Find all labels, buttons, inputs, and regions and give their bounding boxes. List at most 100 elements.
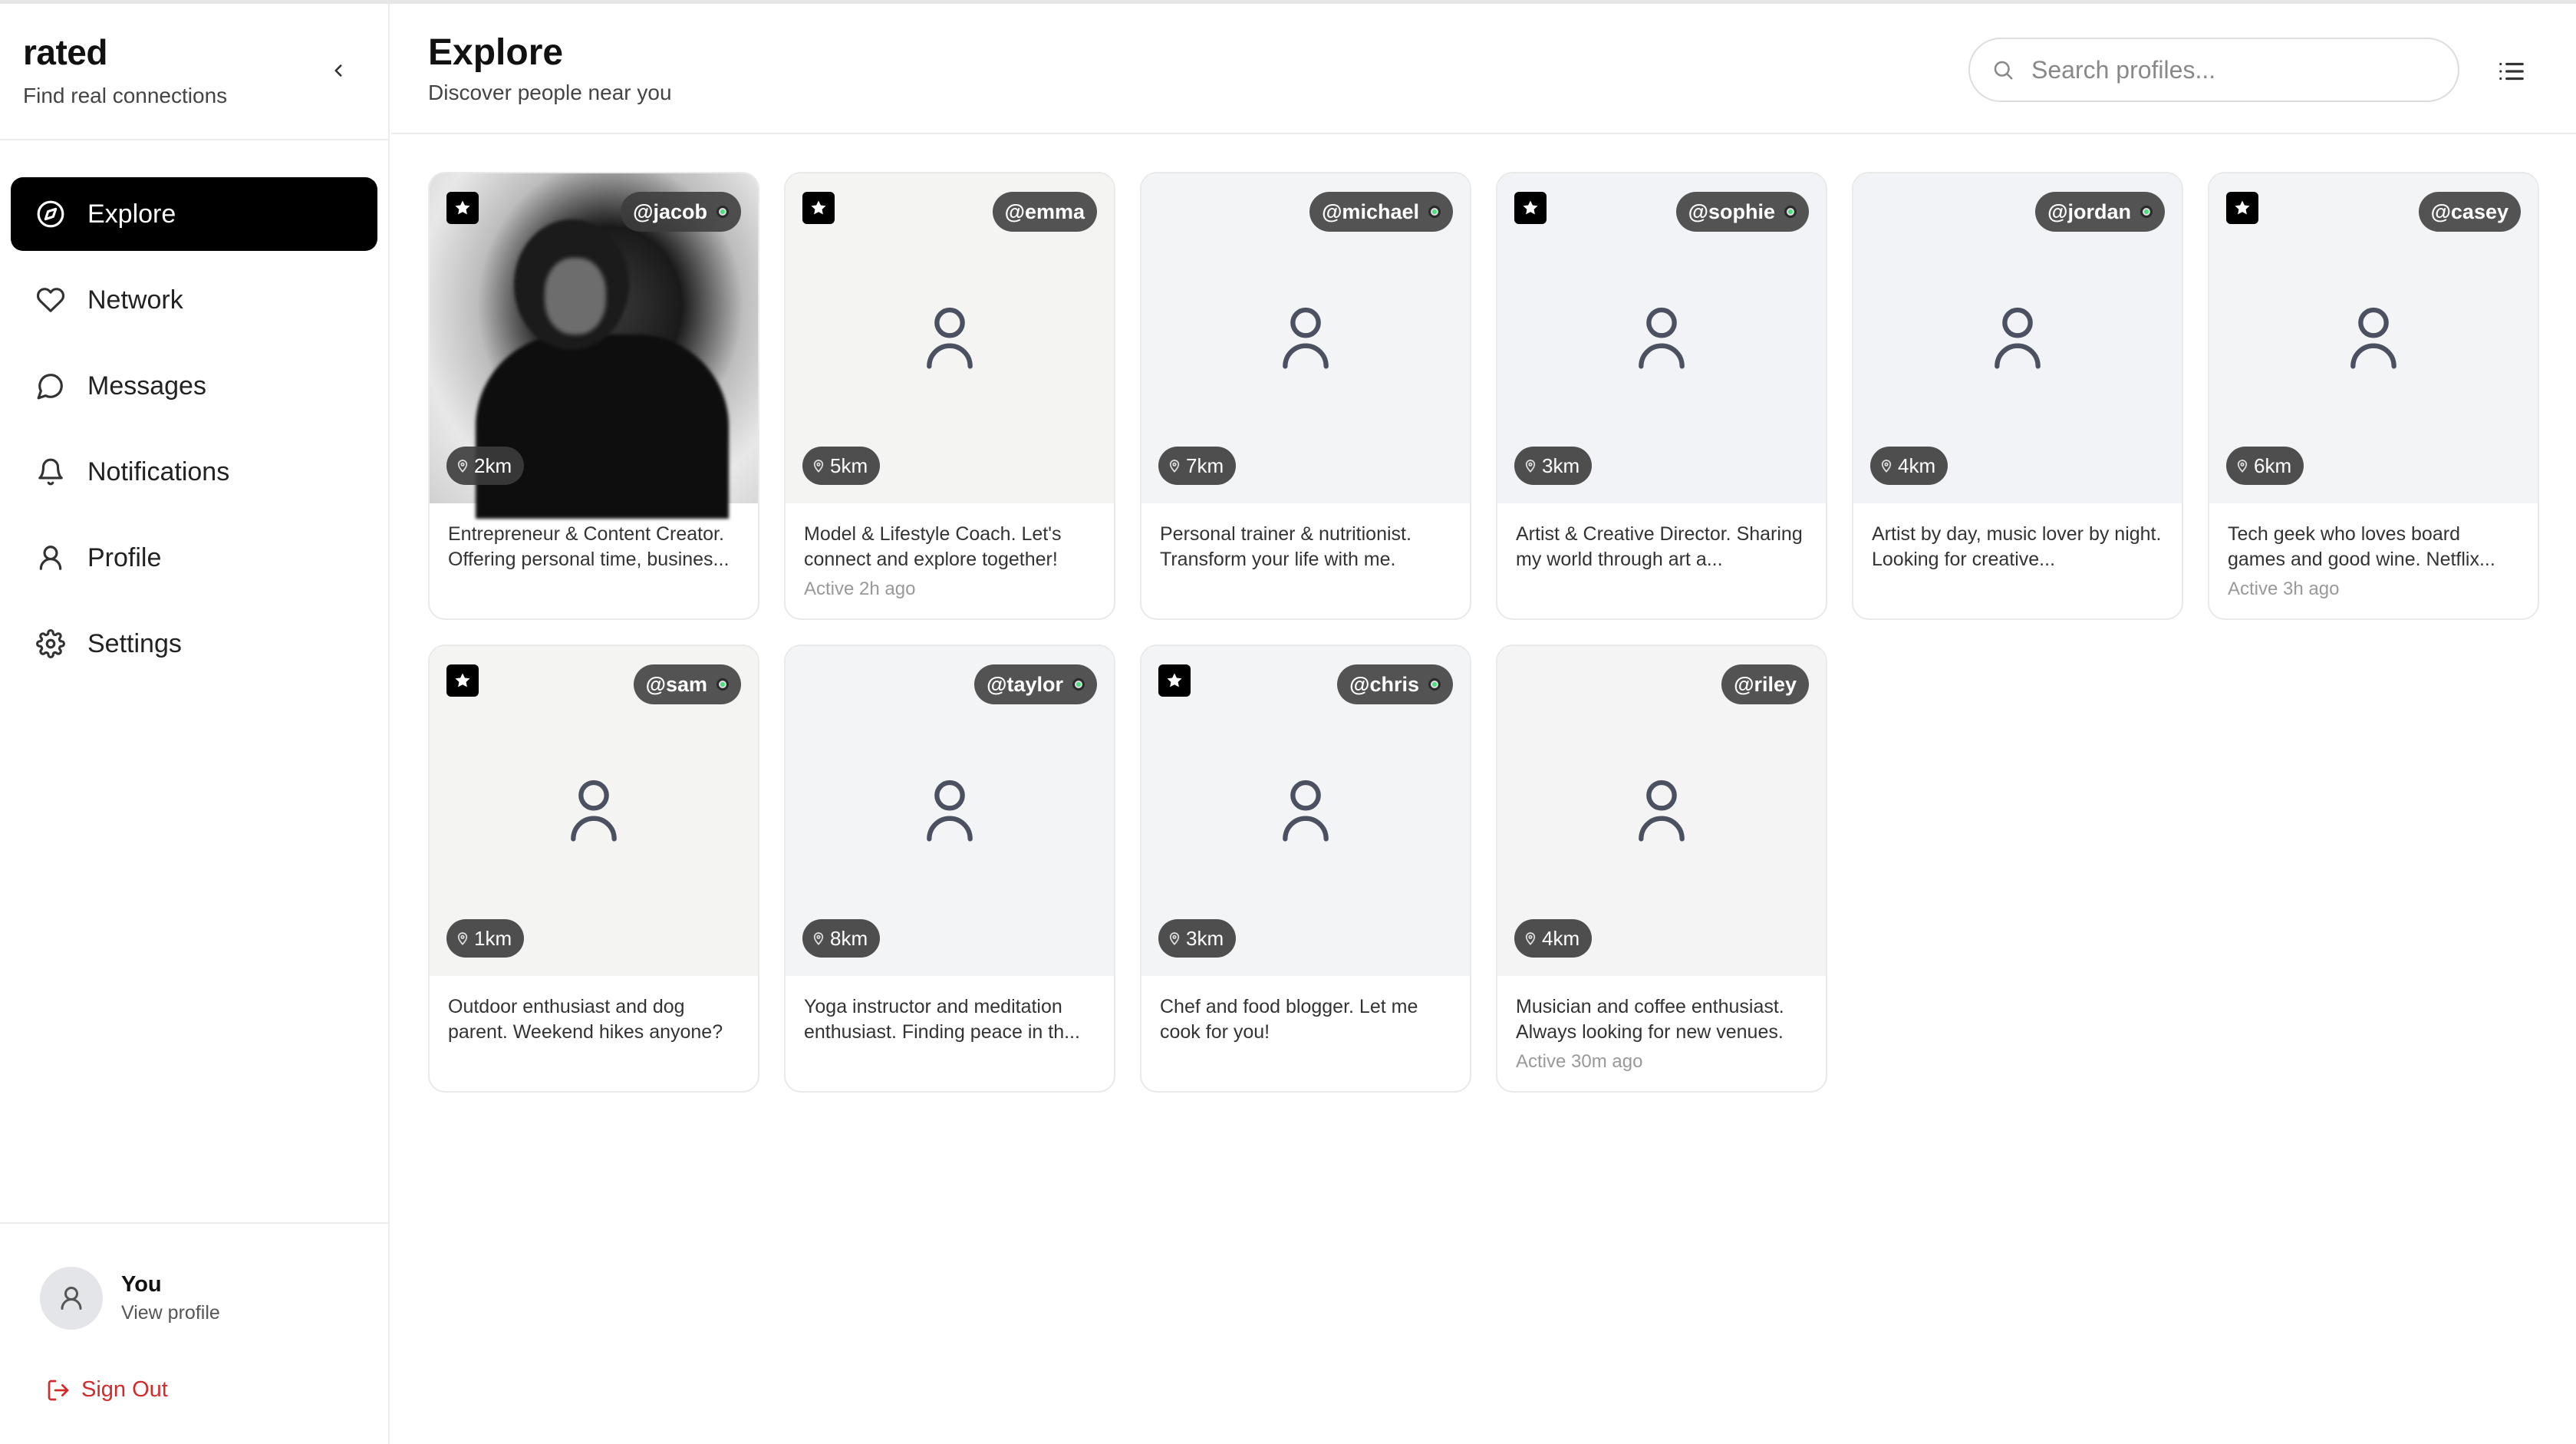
profile-handle: @taylor bbox=[974, 664, 1097, 704]
last-active: Active 2h ago bbox=[804, 579, 916, 599]
person-placeholder-icon bbox=[1987, 302, 2048, 375]
profile-card[interactable]: @jacob 2km Entrepreneur & Content Creator.… bbox=[428, 172, 759, 620]
search-input[interactable] bbox=[2031, 55, 2430, 84]
profile-photo: @sophie 3km bbox=[1497, 173, 1826, 503]
distance-badge: 1km bbox=[446, 919, 525, 958]
profile-card-body: Model & Lifestyle Coach. Let's connect a… bbox=[786, 503, 1114, 600]
star-icon bbox=[2226, 192, 2258, 224]
star-icon bbox=[446, 192, 479, 224]
online-status-dot bbox=[716, 206, 729, 218]
distance-badge: 8km bbox=[802, 919, 881, 958]
profile-bio: Entrepreneur & Content Creator. Offering… bbox=[448, 523, 730, 570]
person-placeholder-icon bbox=[919, 775, 980, 848]
star-icon bbox=[802, 192, 835, 224]
list-view-button[interactable] bbox=[2495, 54, 2528, 88]
distance-text: 3km bbox=[1186, 926, 1224, 950]
sidebar-item-explore[interactable]: Explore bbox=[11, 177, 377, 251]
page-header: Explore Discover people near you bbox=[391, 4, 2576, 134]
profile-card[interactable]: @taylor 8km Yoga instructor and meditation… bbox=[784, 645, 1115, 1093]
distance-text: 5km bbox=[830, 453, 868, 477]
profile-card[interactable]: @casey 6km Tech geek who loves board games… bbox=[2208, 172, 2539, 620]
profile-card-body: Artist & Creative Director. Sharing my w… bbox=[1497, 503, 1826, 572]
profile-card-body: Yoga instructor and meditation enthusias… bbox=[786, 976, 1114, 1045]
profile-handle-text: @jacob bbox=[633, 199, 707, 223]
profile-card[interactable]: @jordan 4km Artist by day, music lover by … bbox=[1852, 172, 2183, 620]
distance-badge: 3km bbox=[1158, 919, 1237, 958]
location-pin-icon bbox=[1525, 454, 1542, 478]
profile-bio: Chef and food blogger. Let me cook for y… bbox=[1160, 996, 1418, 1043]
profile-handle-text: @riley bbox=[1734, 672, 1797, 696]
profile-photo: @sam 1km bbox=[430, 646, 758, 976]
profile-card[interactable]: @emma 5km Model & Lifestyle Coach. Let's c… bbox=[784, 172, 1115, 620]
person-placeholder-icon bbox=[563, 775, 624, 848]
profile-bio: Model & Lifestyle Coach. Let's connect a… bbox=[804, 523, 1062, 570]
person-placeholder-icon bbox=[1275, 775, 1336, 848]
sidebar-item-notifications[interactable]: Notifications bbox=[11, 435, 377, 509]
sidebar-divider bbox=[0, 139, 388, 140]
profile-card-body: Artist by day, music lover by night. Loo… bbox=[1853, 503, 2182, 572]
collapse-sidebar-button[interactable] bbox=[322, 54, 354, 87]
distance-badge: 7km bbox=[1158, 447, 1237, 485]
profile-handle: @chris bbox=[1337, 664, 1453, 704]
profile-handle: @jordan bbox=[2035, 192, 2165, 232]
profile-card-body: Chef and food blogger. Let me cook for y… bbox=[1141, 976, 1470, 1045]
distance-badge: 4km bbox=[1514, 919, 1593, 958]
online-status-dot bbox=[716, 678, 729, 691]
star-icon bbox=[1514, 192, 1547, 224]
message-icon bbox=[35, 371, 66, 401]
user-icon bbox=[35, 542, 66, 573]
current-user[interactable]: You View profile bbox=[40, 1267, 220, 1330]
distance-text: 3km bbox=[1542, 453, 1580, 477]
profile-handle: @jacob bbox=[621, 192, 741, 232]
star-icon bbox=[446, 664, 479, 697]
sidebar-item-messages[interactable]: Messages bbox=[11, 349, 377, 423]
profile-handle: @casey bbox=[2418, 192, 2521, 232]
chevron-left-icon bbox=[334, 64, 342, 77]
profile-bio: Artist & Creative Director. Sharing my w… bbox=[1516, 523, 1803, 570]
online-status-dot bbox=[2140, 206, 2153, 218]
distance-text: 6km bbox=[2254, 453, 2292, 477]
list-icon bbox=[2499, 62, 2524, 81]
sidebar-item-label: Profile bbox=[87, 542, 162, 572]
profile-card[interactable]: @sophie 3km Artist & Creative Director. Sh… bbox=[1496, 172, 1827, 620]
profile-photo: @riley 4km bbox=[1497, 646, 1826, 976]
profile-card[interactable]: @chris 3km Chef and food blogger. Let me c… bbox=[1140, 645, 1471, 1093]
profile-handle: @emma bbox=[992, 192, 1097, 232]
profile-handle-text: @emma bbox=[1004, 199, 1085, 223]
distance-badge: 3km bbox=[1514, 447, 1593, 485]
profile-card[interactable]: @riley 4km Musician and coffee enthusiast.… bbox=[1496, 645, 1827, 1093]
sidebar-item-label: Messages bbox=[87, 371, 206, 401]
profile-photo: @jordan 4km bbox=[1853, 173, 2182, 503]
search-icon bbox=[1994, 61, 2013, 80]
distance-text: 4km bbox=[1898, 453, 1936, 477]
person-placeholder-icon bbox=[919, 302, 980, 375]
person-placeholder-icon bbox=[1275, 302, 1336, 375]
sidebar-item-network[interactable]: Network bbox=[11, 263, 377, 337]
profile-card[interactable]: @michael 7km Personal trainer & nutritioni… bbox=[1140, 172, 1471, 620]
profile-handle-text: @chris bbox=[1349, 672, 1419, 696]
profile-bio: Musician and coffee enthusiast. Always l… bbox=[1516, 996, 1784, 1043]
distance-text: 1km bbox=[474, 926, 512, 950]
profile-card[interactable]: @sam 1km Outdoor enthusiast and dog parent… bbox=[428, 645, 759, 1093]
sign-out-button[interactable]: Sign Out bbox=[46, 1377, 168, 1403]
user-text: You View profile bbox=[103, 1272, 220, 1324]
page-subtitle: Discover people near you bbox=[428, 81, 672, 104]
app-tagline: Find real connections bbox=[23, 84, 228, 107]
view-profile-link[interactable]: View profile bbox=[121, 1302, 220, 1324]
sidebar-item-settings[interactable]: Settings bbox=[11, 607, 377, 681]
profile-photo: @casey 6km bbox=[2209, 173, 2538, 503]
profile-photo: @taylor 8km bbox=[786, 646, 1114, 976]
person-placeholder-icon bbox=[1631, 775, 1692, 848]
profile-handle: @riley bbox=[1721, 664, 1809, 704]
sidebar-item-profile[interactable]: Profile bbox=[11, 521, 377, 595]
location-pin-icon bbox=[2237, 454, 2254, 478]
sidebar-item-label: Notifications bbox=[87, 457, 230, 486]
location-pin-icon bbox=[813, 454, 830, 478]
profile-bio: Outdoor enthusiast and dog parent. Weeke… bbox=[448, 996, 723, 1043]
location-pin-icon bbox=[813, 927, 830, 951]
search-box[interactable] bbox=[1968, 38, 2459, 102]
online-status-dot bbox=[1072, 678, 1085, 691]
distance-text: 7km bbox=[1186, 453, 1224, 477]
profile-handle: @sam bbox=[633, 664, 741, 704]
location-pin-icon bbox=[1169, 454, 1186, 478]
